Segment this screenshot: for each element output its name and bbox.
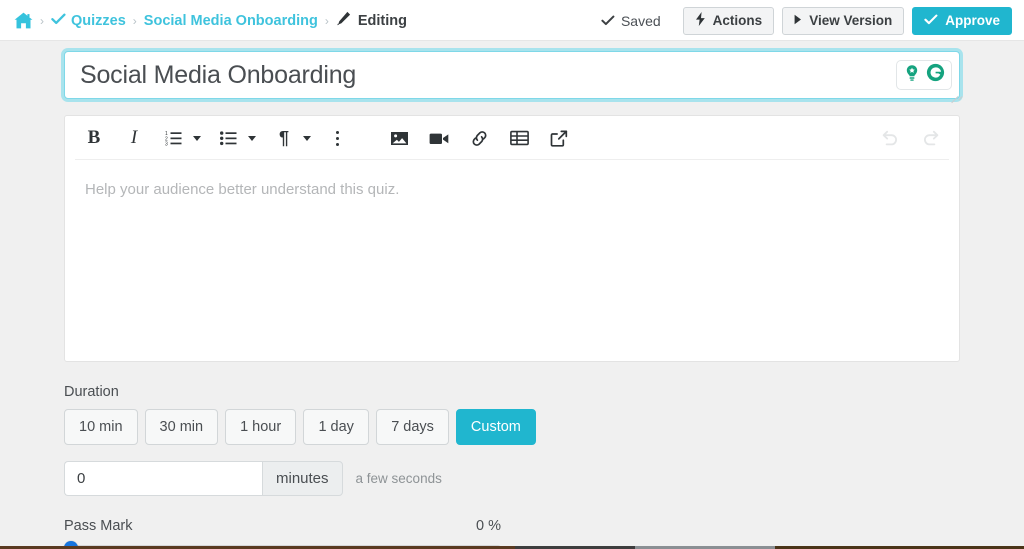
check-icon	[601, 13, 615, 29]
pass-mark-header: Pass Mark 0 %	[64, 518, 501, 534]
duration-label: Duration	[64, 384, 119, 400]
duration-option-custom[interactable]: Custom	[455, 409, 536, 445]
editor-toolbar: B I 1 2 3 ¶	[65, 116, 959, 160]
custom-duration-helper: a few seconds	[355, 471, 442, 486]
breadcrumb-item-quiz-name[interactable]: Social Media Onboarding	[144, 13, 318, 29]
lightning-bolt-icon	[695, 12, 706, 29]
duration-option-1-hour[interactable]: 1 hour	[225, 409, 297, 445]
topbar-actions: Saved Actions View Version Approve	[601, 6, 1012, 35]
undo-button[interactable]	[875, 123, 905, 153]
paragraph-dropdown-caret-icon[interactable]	[299, 123, 314, 153]
dot	[335, 130, 339, 134]
breadcrumb-item-label: Quizzes	[71, 12, 126, 29]
home-icon	[14, 12, 33, 29]
view-version-button[interactable]: View Version	[782, 6, 905, 35]
breadcrumb-item-quizzes[interactable]: Quizzes	[51, 13, 126, 29]
actions-button-label: Actions	[712, 13, 763, 28]
approve-button[interactable]: Approve	[912, 6, 1012, 35]
custom-duration-input[interactable]	[64, 461, 262, 496]
breadcrumb-separator: ›	[324, 13, 329, 28]
insert-table-button[interactable]	[504, 123, 534, 153]
breadcrumb-item-editing: Editing	[336, 11, 407, 31]
insert-video-button[interactable]	[424, 123, 454, 153]
pencil-icon	[336, 11, 352, 31]
quiz-title-wrapper: Social Media Onboarding	[64, 51, 963, 104]
breadcrumb-item-label: Editing	[357, 12, 407, 29]
custom-duration-row: minutes a few seconds	[64, 461, 960, 496]
approve-button-label: Approve	[945, 13, 1000, 28]
view-version-button-label: View Version	[809, 13, 893, 28]
insert-image-button[interactable]	[384, 123, 414, 153]
ordered-list-dropdown-caret-icon[interactable]	[189, 123, 204, 153]
breadcrumb: › Quizzes › Social Media Onboarding › Ed…	[14, 11, 407, 31]
custom-duration-unit: minutes	[262, 461, 343, 496]
description-input[interactable]: Help your audience better understand thi…	[65, 160, 959, 361]
grammarly-logo-icon[interactable]	[925, 62, 946, 88]
duration-option-30-min[interactable]: 30 min	[144, 409, 219, 445]
description-editor: B I 1 2 3 ¶ Help your audience better un…	[64, 115, 960, 362]
grammarly-badge-group	[896, 60, 952, 90]
play-triangle-icon	[794, 13, 802, 28]
description-placeholder: Help your audience better understand thi…	[85, 181, 400, 198]
dot	[335, 142, 339, 146]
check-icon	[51, 13, 66, 29]
redo-button[interactable]	[915, 123, 945, 153]
italic-button[interactable]: I	[119, 123, 149, 153]
duration-options: 10 min 30 min 1 hour 1 day 7 days Custom	[64, 409, 960, 445]
ordered-list-button[interactable]: 1 2 3	[159, 123, 189, 153]
more-options-button[interactable]	[324, 123, 350, 153]
pass-mark-value: 0 %	[476, 518, 501, 534]
paragraph-style-button[interactable]: ¶	[269, 123, 299, 153]
bullet-list-dropdown-caret-icon[interactable]	[244, 123, 259, 153]
top-bar: › Quizzes › Social Media Onboarding › Ed…	[0, 0, 1024, 41]
insert-embed-button[interactable]	[544, 123, 574, 153]
breadcrumb-item-label: Social Media Onboarding	[143, 12, 318, 29]
actions-button[interactable]: Actions	[682, 6, 775, 35]
breadcrumb-separator: ›	[40, 13, 44, 28]
duration-option-7-days[interactable]: 7 days	[376, 409, 449, 445]
breadcrumb-home-link[interactable]	[14, 12, 33, 29]
dot	[335, 136, 339, 140]
saved-label-text: Saved	[620, 12, 661, 29]
grammarly-suggestion-icon[interactable]	[902, 63, 922, 88]
check-icon	[924, 13, 938, 28]
quiz-title-input[interactable]: Social Media Onboarding	[64, 51, 960, 99]
main-content: Social Media Onboarding B I 1 2 3 ¶ Help…	[0, 51, 1024, 549]
breadcrumb-separator: ›	[132, 13, 137, 28]
bold-button[interactable]: B	[79, 123, 109, 153]
status-badge-saved: Saved	[601, 13, 661, 29]
bullet-list-button[interactable]	[214, 123, 244, 153]
duration-option-10-min[interactable]: 10 min	[64, 409, 138, 445]
pass-mark-label: Pass Mark	[64, 518, 133, 534]
insert-link-button[interactable]	[464, 123, 494, 153]
svg-text:3: 3	[165, 141, 168, 146]
duration-option-1-day[interactable]: 1 day	[303, 409, 370, 445]
